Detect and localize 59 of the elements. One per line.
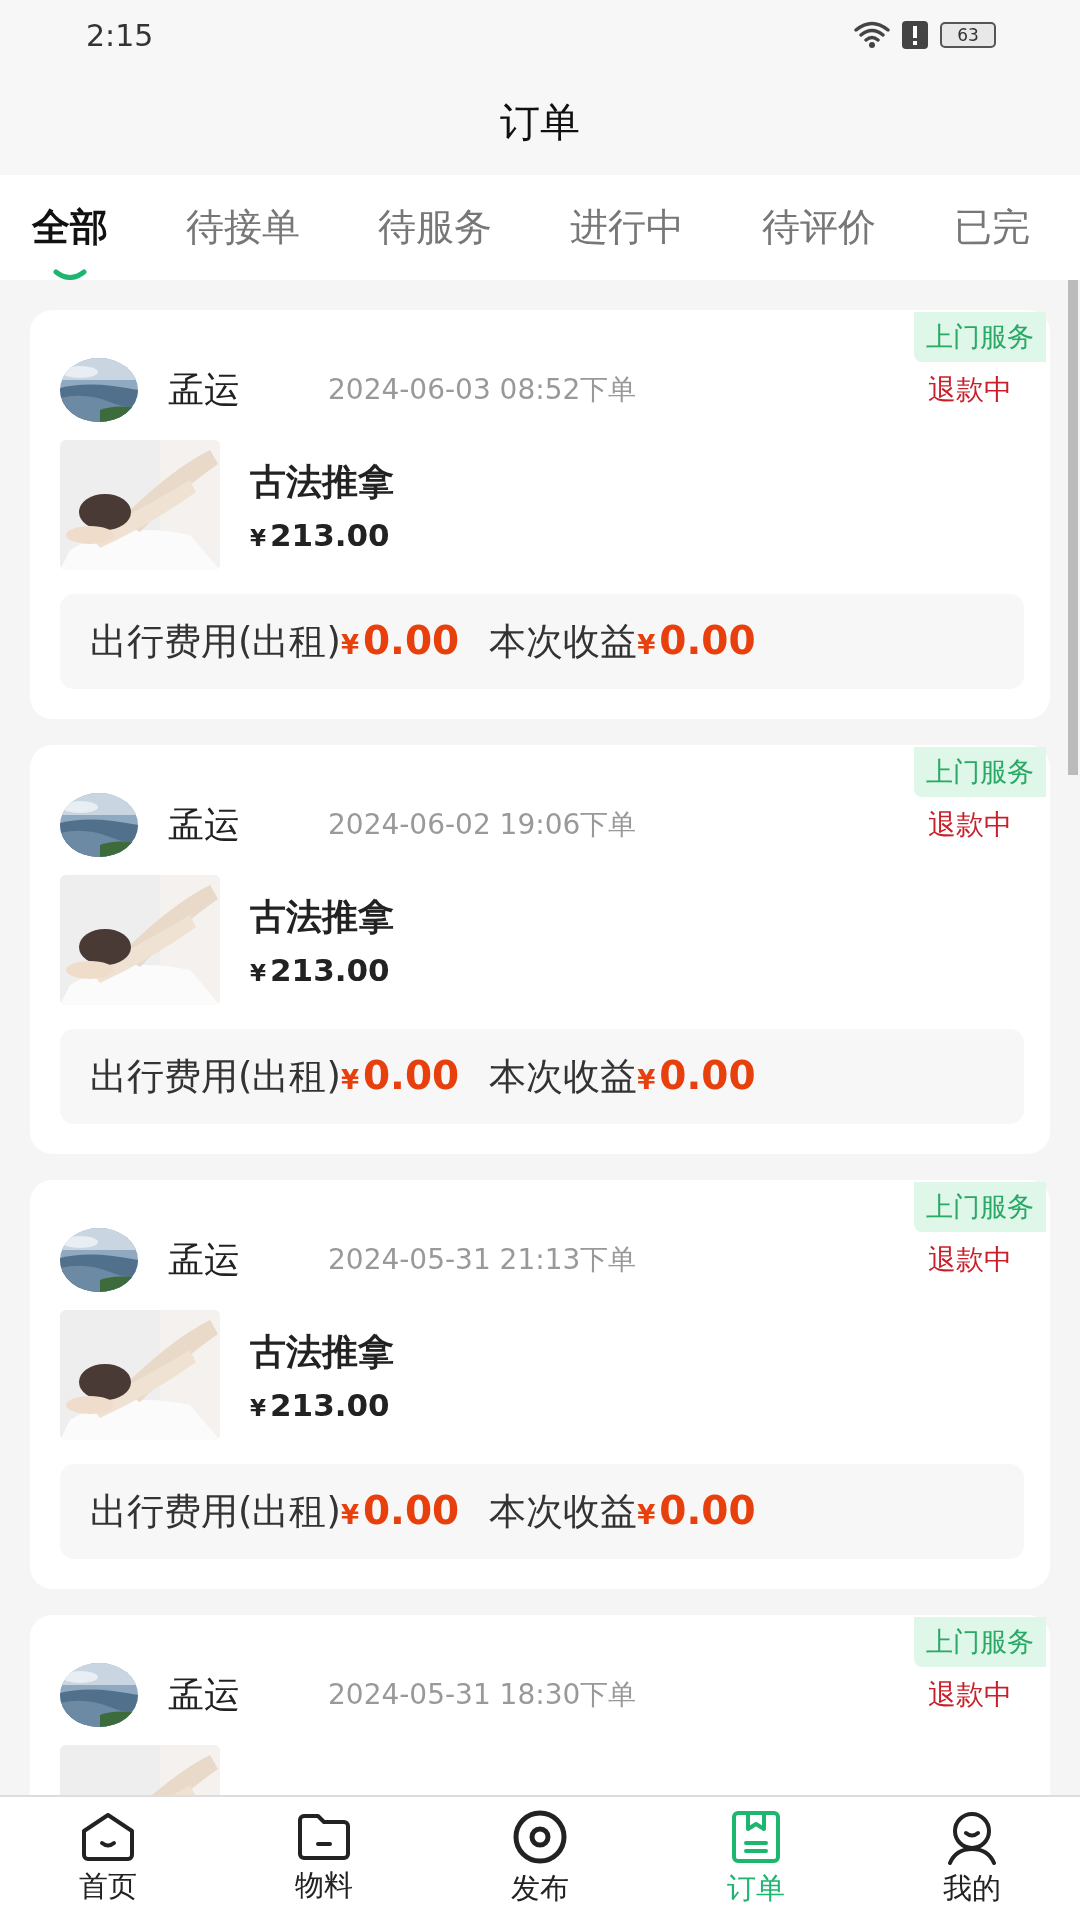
fee-label: 本次收益 <box>489 618 638 665</box>
order-date: 2024-05-31 21:13下单 <box>328 1242 638 1278</box>
fee-amount: ¥0.00 <box>340 617 460 663</box>
order-date: 2024-06-03 08:52下单 <box>328 372 638 408</box>
service-tag: 上门服务 <box>914 312 1046 362</box>
service-tag: 上门服务 <box>914 747 1046 797</box>
page-title: 订单 <box>500 98 580 147</box>
order-date: 2024-06-02 19:06下单 <box>328 807 638 843</box>
service-tag: 上门服务 <box>914 1182 1046 1232</box>
product-name: 古法推拿 <box>250 459 394 504</box>
customer-name: 孟运 <box>168 367 241 412</box>
nav-item[interactable]: 我的 <box>892 1808 1052 1909</box>
service-tag: 上门服务 <box>914 1617 1046 1667</box>
fee-amount: ¥0.00 <box>340 1487 460 1533</box>
fee-label: 本次收益 <box>489 1053 638 1100</box>
order-tab[interactable]: 进行中 <box>570 192 684 263</box>
fee-label: 本次收益 <box>489 1488 638 1535</box>
fee-amount: ¥0.00 <box>637 1487 756 1533</box>
nav-item[interactable]: 发布 <box>460 1808 620 1909</box>
battery-indicator: 63 <box>940 22 996 48</box>
order-status: 退款中 <box>928 1242 1012 1278</box>
order-card[interactable]: 上门服务 孟运 2024-06-03 08:52下单 退款中 古法推拿 ¥213.00 出行费用(出租)¥0.00 本次收益¥0.00 <box>30 310 1050 719</box>
fee-label: 出行费用(出租) <box>90 618 341 665</box>
tab-indicator-icon <box>53 269 87 280</box>
order-tab[interactable]: 待接单 <box>186 192 300 263</box>
order-card[interactable]: 上门服务 孟运 2024-06-02 19:06下单 退款中 古法推拿 ¥213.00 出行费用(出租)¥0.00 本次收益¥0.00 <box>30 745 1050 1154</box>
order-card[interactable]: 上门服务 孟运 2024-05-31 21:13下单 退款中 古法推拿 ¥213.00 出行费用(出租)¥0.00 本次收益¥0.00 <box>30 1180 1050 1589</box>
folder-icon <box>296 1811 352 1862</box>
order-status: 退款中 <box>928 1677 1012 1713</box>
customer-name: 孟运 <box>168 1237 241 1282</box>
order-card[interactable]: 上门服务 孟运 2024-05-31 18:30下单 退款中 <box>30 1615 1050 1795</box>
status-time: 2:15 <box>86 17 154 53</box>
order-date: 2024-05-31 18:30下单 <box>328 1677 638 1713</box>
product-name: 古法推拿 <box>250 894 394 939</box>
document-icon <box>730 1808 782 1865</box>
customer-name: 孟运 <box>168 802 241 847</box>
wifi-icon <box>854 21 890 49</box>
target-icon <box>512 1808 568 1865</box>
order-status: 退款中 <box>928 372 1012 408</box>
fee-label: 出行费用(出租) <box>90 1488 341 1535</box>
nav-item[interactable]: 首页 <box>28 1810 188 1907</box>
order-tab[interactable]: 待评价 <box>762 192 876 263</box>
product-price: ¥213.00 <box>250 951 391 988</box>
home-icon <box>80 1810 136 1863</box>
product-price: ¥213.00 <box>250 516 391 553</box>
fee-amount: ¥0.00 <box>340 1052 460 1098</box>
fee-amount: ¥0.00 <box>637 1052 756 1098</box>
nav-item[interactable]: 物料 <box>244 1811 404 1906</box>
order-status: 退款中 <box>928 807 1012 843</box>
order-tab[interactable]: 待服务 <box>378 192 492 263</box>
fee-label: 出行费用(出租) <box>90 1053 341 1100</box>
order-tab[interactable]: 全部 <box>32 192 108 263</box>
customer-name: 孟运 <box>168 1672 241 1717</box>
order-tab[interactable]: 已完 <box>954 192 1030 263</box>
alert-icon <box>902 21 928 49</box>
scrollbar[interactable] <box>1068 280 1078 775</box>
product-name: 古法推拿 <box>250 1329 394 1374</box>
product-price: ¥213.00 <box>250 1386 391 1423</box>
fee-amount: ¥0.00 <box>637 617 756 663</box>
